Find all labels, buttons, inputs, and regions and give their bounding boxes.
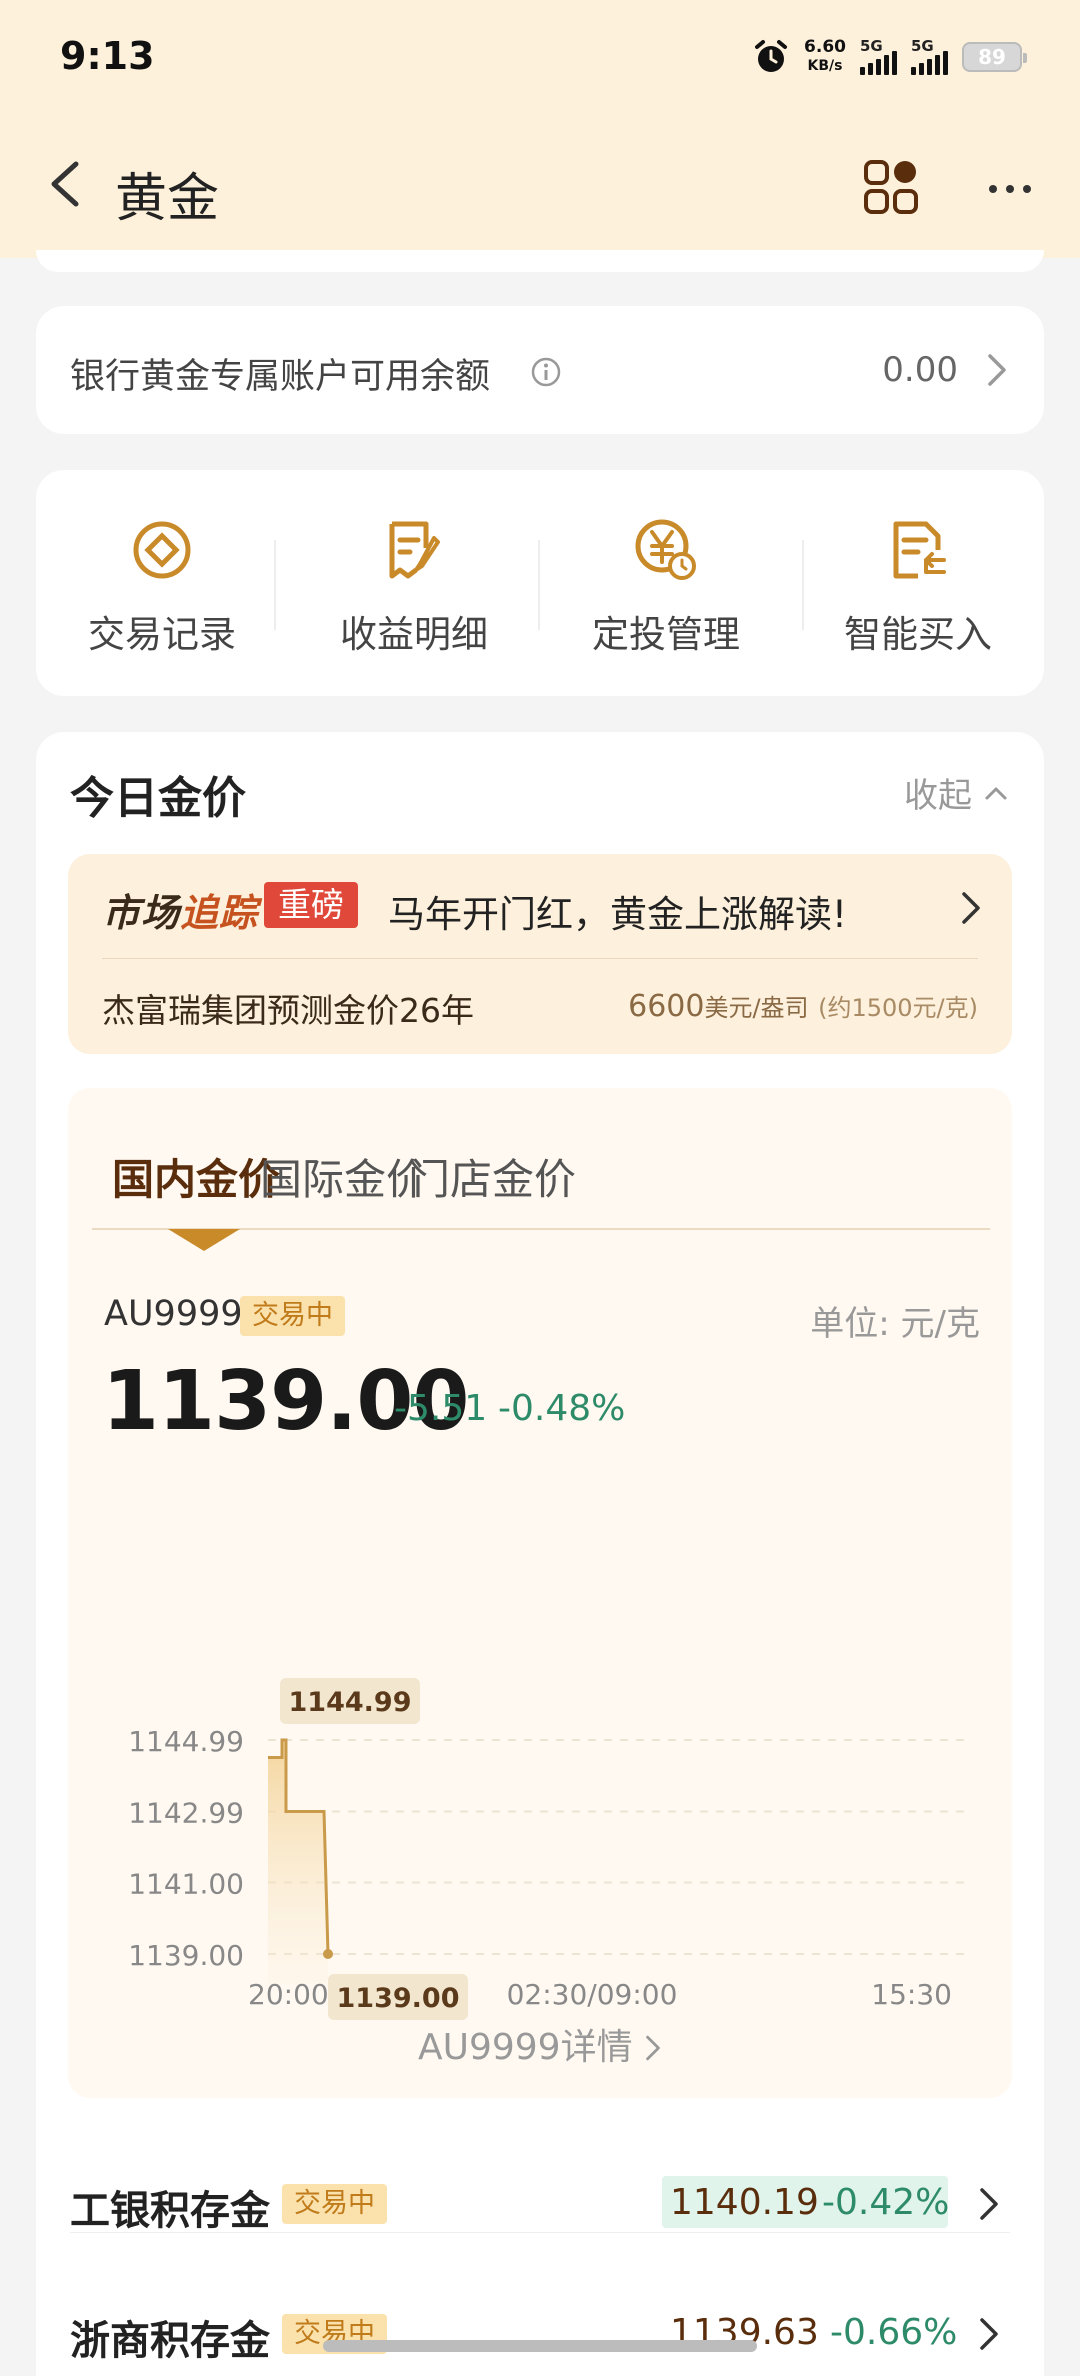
- coin-record-icon: [133, 521, 191, 579]
- chevron-right-icon: [980, 2188, 998, 2220]
- edit-doc-icon: [389, 521, 440, 579]
- product-row-icbc[interactable]: 工银积存金 交易中 1140.19 -0.42%: [70, 2142, 1010, 2270]
- y-tick-label: 1141.00: [128, 1868, 244, 1901]
- y-tick-label: 1139.00: [128, 1939, 244, 1972]
- headline-tag: 重磅: [264, 882, 358, 928]
- back-arrow-icon[interactable]: [40, 156, 96, 212]
- home-indicator[interactable]: [323, 2340, 757, 2352]
- product-name: 浙商积存金: [70, 2318, 270, 2364]
- product-change-percent: -0.42%: [822, 2182, 950, 2223]
- action-label: 交易记录: [88, 613, 236, 656]
- signal-sim1-icon: 5G: [860, 37, 897, 75]
- market-tracking-logo: 市场追踪: [102, 891, 259, 935]
- quick-actions-card: 交易记录 收益明细 定投管理 智能买入: [36, 470, 1044, 696]
- high-label: 1144.99: [289, 1687, 412, 1718]
- page-title: 黄金: [115, 169, 220, 229]
- action-label: 智能买入: [844, 613, 992, 656]
- series-area: [268, 1740, 328, 1984]
- market-headline: 马年开门红，黄金上涨解读!: [388, 893, 847, 936]
- previous-card-edge: [36, 250, 1044, 272]
- low-point-marker: [323, 1949, 333, 1959]
- collapse-button[interactable]: 收起: [904, 768, 1008, 817]
- product-change-percent: -0.66%: [830, 2312, 958, 2353]
- collapse-label: 收起: [904, 776, 972, 816]
- divider: [102, 958, 978, 959]
- chevron-up-icon: [985, 787, 1007, 799]
- market-forecast-text: 杰富瑞集团预测金价26年: [102, 991, 474, 1030]
- product-row-czb[interactable]: 浙商积存金 交易中 1139.63 -0.66%: [70, 2272, 1010, 2376]
- info-icon[interactable]: [530, 356, 562, 388]
- trading-status-badge: 交易中: [282, 2184, 387, 2224]
- apps-grid-icon[interactable]: [862, 158, 920, 216]
- action-label: 收益明细: [340, 613, 488, 656]
- section-title: 今日金价: [70, 773, 246, 824]
- nav-bar: 黄金: [0, 130, 1080, 240]
- action-label: 定投管理: [592, 613, 740, 656]
- chevron-right-icon: [980, 2318, 998, 2350]
- divider: [70, 2232, 1010, 2233]
- doc-return-icon: [893, 521, 946, 579]
- status-bar: 9:13 6.60 KB/s 5G 5G 89: [0, 0, 1080, 120]
- product-price: 1140.19: [670, 2182, 819, 2223]
- action-income-detail[interactable]: 收益明细: [288, 470, 540, 696]
- detail-link[interactable]: AU9999详情: [68, 2018, 1012, 2070]
- battery-icon: 89: [962, 42, 1027, 72]
- more-options-icon[interactable]: [985, 174, 1035, 204]
- gold-price-card: 今日金价 收起 市场追踪 重磅 马年开门红，黄金上涨解读! 杰富瑞集团预测金价2…: [36, 732, 1044, 2376]
- market-forecast-price: 6600美元/盎司 (约1500元/克): [628, 989, 978, 1024]
- low-label: 1139.00: [337, 1983, 460, 2014]
- chevron-right-icon: [988, 354, 1006, 386]
- chevron-right-icon: [962, 892, 980, 924]
- action-trade-record[interactable]: 交易记录: [36, 470, 288, 696]
- action-investment-plan[interactable]: 定投管理: [540, 470, 792, 696]
- balance-value: 0.00: [882, 350, 958, 390]
- alarm-icon: [755, 40, 788, 72]
- balance-card[interactable]: 银行黄金专属账户可用余额 0.00: [36, 306, 1044, 434]
- y-tick-label: 1142.99: [128, 1796, 244, 1829]
- product-name: 工银积存金: [70, 2188, 270, 2234]
- market-tracking-banner[interactable]: 市场追踪 重磅 马年开门红，黄金上涨解读! 杰富瑞集团预测金价26年 6600美…: [68, 854, 1012, 1054]
- status-time: 9:13: [60, 34, 155, 78]
- x-tick-label: 02:30/09:00: [507, 1978, 678, 2011]
- net-speed: 6.60 KB/s: [804, 37, 846, 75]
- x-tick-label: 15:30: [871, 1978, 952, 2011]
- yuan-clock-icon: [635, 519, 696, 580]
- balance-label: 银行黄金专属账户可用余额: [70, 357, 491, 397]
- status-icons: 6.60 KB/s 5G 5G 89: [752, 37, 1027, 76]
- signal-sim2-icon: 5G: [911, 37, 948, 75]
- divider: [274, 540, 276, 630]
- y-tick-label: 1144.99: [128, 1725, 244, 1758]
- chevron-right-icon: [646, 2035, 660, 2061]
- price-line-chart[interactable]: 1144.991142.991141.001139.0020:00 02:30/0…: [68, 1088, 1012, 2098]
- action-smart-buy[interactable]: 智能买入: [792, 470, 1044, 696]
- price-panel: 国内金价 国际金价 门店金价 AU9999 交易中 单位: 元/克 1139.0…: [68, 1088, 1012, 2098]
